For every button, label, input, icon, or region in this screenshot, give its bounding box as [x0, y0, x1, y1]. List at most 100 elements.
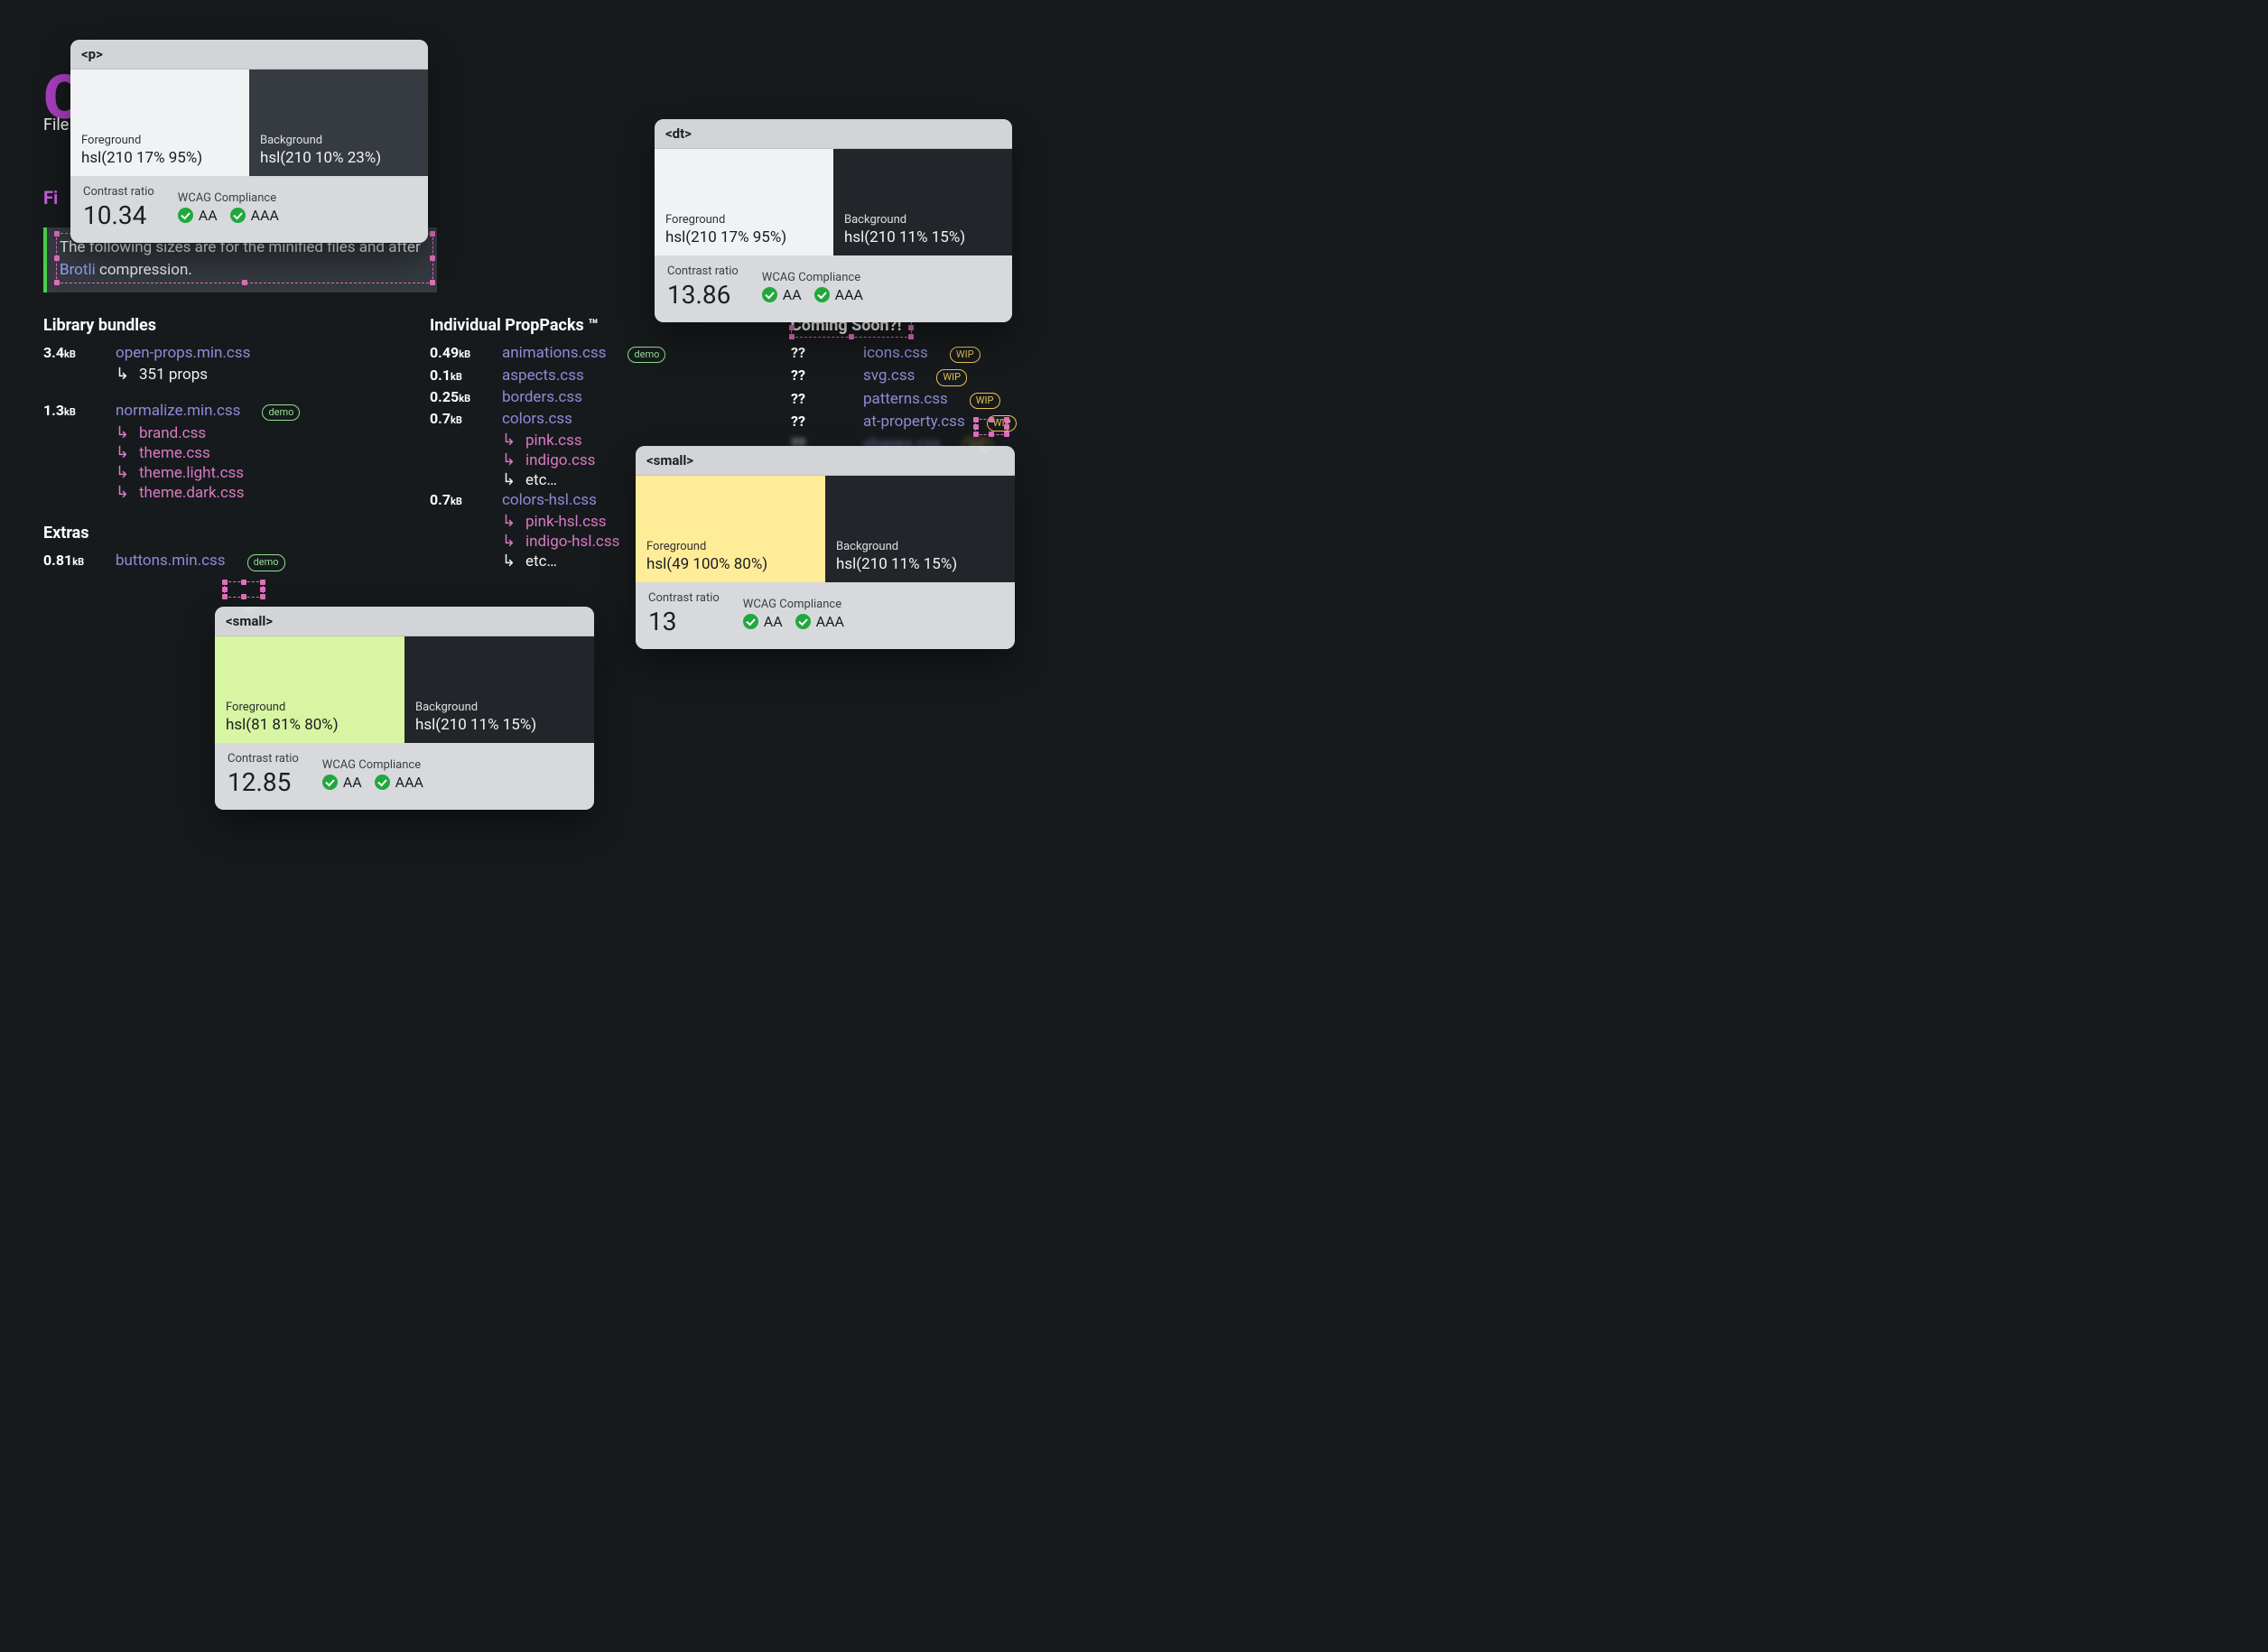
- file-link[interactable]: normalize.min.css: [116, 402, 240, 420]
- file-size: ??: [791, 413, 847, 430]
- arrow-icon: ↳: [116, 367, 134, 383]
- column-title-extras: Extras: [43, 524, 386, 543]
- demo-pill[interactable]: demo: [262, 404, 300, 421]
- swatch-background: Background hsl(210 11% 15%): [404, 636, 594, 743]
- wcag-aa-chip: AA: [322, 774, 362, 791]
- column-library-bundles: Library bundles 3.4kB open-props.min.css…: [43, 316, 386, 575]
- file-row: ?? patterns.css WIP: [791, 390, 1080, 409]
- file-size: 1.3kB: [43, 402, 99, 419]
- contrast-inspector-small-lime[interactable]: <small> Foreground hsl(81 81% 80%) Backg…: [215, 607, 594, 810]
- arrow-icon: ↳: [502, 452, 520, 469]
- file-row: 0.25kB borders.css: [430, 388, 782, 406]
- ratio-label: Contrast ratio: [83, 185, 154, 199]
- wcag-aaa-chip: AAA: [795, 613, 844, 630]
- check-icon: [795, 614, 811, 629]
- ratio-label: Contrast ratio: [667, 265, 739, 278]
- file-size: 0.81kB: [43, 552, 99, 569]
- file-link[interactable]: svg.css: [863, 367, 915, 385]
- column-title: Library bundles: [43, 316, 386, 335]
- swatch-value: hsl(210 10% 23%): [260, 149, 417, 167]
- file-link[interactable]: open-props.min.css: [116, 344, 250, 362]
- swatch-label: Background: [836, 540, 1004, 553]
- file-link[interactable]: colors-hsl.css: [502, 491, 597, 509]
- swatch-label: Background: [260, 134, 417, 147]
- swatch-foreground: Foreground hsl(210 17% 95%): [655, 149, 833, 255]
- swatch-label: Foreground: [226, 701, 394, 714]
- selection-overlay-wip-pill: [975, 419, 1008, 435]
- arrow-icon: ↳: [116, 465, 134, 481]
- swatch-label: Background: [415, 701, 583, 714]
- demo-pill[interactable]: demo: [627, 347, 665, 363]
- file-link[interactable]: patterns.css: [863, 390, 948, 408]
- file-row: ?? svg.css WIP: [791, 367, 1080, 385]
- ratio-value: 12.85: [228, 767, 299, 797]
- ratio-label: Contrast ratio: [228, 752, 299, 766]
- check-icon: [743, 614, 758, 629]
- file-row: 1.3kB normalize.min.css demo: [43, 402, 386, 421]
- file-row: 0.49kB animations.css demo: [430, 344, 782, 363]
- arrow-icon: ↳: [502, 553, 520, 570]
- file-row: 0.81kB buttons.min.css demo: [43, 552, 386, 571]
- ratio-value: 13: [648, 607, 720, 636]
- swatch-value: hsl(210 11% 15%): [836, 555, 1004, 573]
- swatch-value: hsl(210 17% 95%): [81, 149, 238, 167]
- swatch-background: Background hsl(210 11% 15%): [833, 149, 1012, 255]
- file-row: 0.7kB colors.css: [430, 410, 782, 428]
- file-size: 0.49kB: [430, 344, 486, 361]
- check-icon: [762, 287, 777, 302]
- wcag-label: WCAG Compliance: [762, 271, 863, 284]
- swatch-foreground: Foreground hsl(210 17% 95%): [70, 70, 249, 176]
- swatch-label: Foreground: [665, 213, 823, 227]
- swatch-value: hsl(81 81% 80%): [226, 716, 394, 734]
- file-link[interactable]: borders.css: [502, 388, 582, 406]
- contrast-inspector-small-yellow[interactable]: <small> Foreground hsl(49 100% 80%) Back…: [636, 446, 1015, 649]
- wcag-aaa-chip: AAA: [375, 774, 423, 791]
- file-row: 0.1kB aspects.css: [430, 367, 782, 385]
- arrow-icon: ↳: [502, 534, 520, 550]
- wcag-label: WCAG Compliance: [178, 191, 279, 205]
- swatch-background: Background hsl(210 10% 23%): [249, 70, 428, 176]
- page-subtitle: File: [43, 116, 69, 135]
- arrow-icon: ↳: [116, 425, 134, 441]
- contrast-inspector-dt[interactable]: <dt> Foreground hsl(210 17% 95%) Backgro…: [655, 119, 1012, 322]
- demo-pill[interactable]: demo: [247, 554, 285, 571]
- wcag-aa-chip: AA: [178, 207, 218, 224]
- swatch-value: hsl(210 11% 15%): [844, 228, 1001, 246]
- arrow-icon: ↳: [502, 514, 520, 530]
- selection-overlay-demo-pill: [224, 581, 264, 598]
- file-link[interactable]: buttons.min.css: [116, 552, 226, 570]
- file-sub[interactable]: ↳brand.css: [116, 424, 386, 442]
- swatch-label: Foreground: [646, 540, 814, 553]
- file-link[interactable]: aspects.css: [502, 367, 584, 385]
- swatch-label: Background: [844, 213, 1001, 227]
- arrow-icon: ↳: [116, 445, 134, 461]
- wcag-aaa-chip: AAA: [230, 207, 279, 224]
- inspector-tag: <small>: [636, 446, 1015, 476]
- check-icon: [178, 208, 193, 223]
- wcag-label: WCAG Compliance: [743, 598, 844, 611]
- swatch-value: hsl(210 17% 95%): [665, 228, 823, 246]
- contrast-inspector-p[interactable]: <p> Foreground hsl(210 17% 95%) Backgrou…: [70, 40, 428, 243]
- file-row: ?? icons.css WIP: [791, 344, 1080, 363]
- wcag-aa-chip: AA: [762, 286, 802, 303]
- file-sub[interactable]: ↳theme.light.css: [116, 464, 386, 482]
- wcag-aaa-chip: AAA: [814, 286, 863, 303]
- wip-pill: WIP: [950, 347, 981, 363]
- file-link[interactable]: at-property.css: [863, 413, 965, 431]
- file-size: 3.4kB: [43, 344, 99, 361]
- swatch-value: hsl(210 11% 15%): [415, 716, 583, 734]
- file-link[interactable]: colors.css: [502, 410, 572, 428]
- file-sub: ↳351 props: [116, 366, 386, 384]
- file-sub[interactable]: ↳theme.css: [116, 444, 386, 462]
- file-link[interactable]: icons.css: [863, 344, 928, 362]
- file-size: ??: [791, 390, 847, 407]
- file-row: 3.4kB open-props.min.css: [43, 344, 386, 362]
- wip-pill: WIP: [936, 369, 967, 385]
- file-sub[interactable]: ↳theme.dark.css: [116, 484, 386, 502]
- section-heading-partial: Fi: [43, 187, 58, 209]
- file-link[interactable]: animations.css: [502, 344, 606, 362]
- check-icon: [814, 287, 830, 302]
- arrow-icon: ↳: [502, 432, 520, 449]
- swatch-background: Background hsl(210 11% 15%): [825, 476, 1015, 582]
- check-icon: [322, 775, 338, 790]
